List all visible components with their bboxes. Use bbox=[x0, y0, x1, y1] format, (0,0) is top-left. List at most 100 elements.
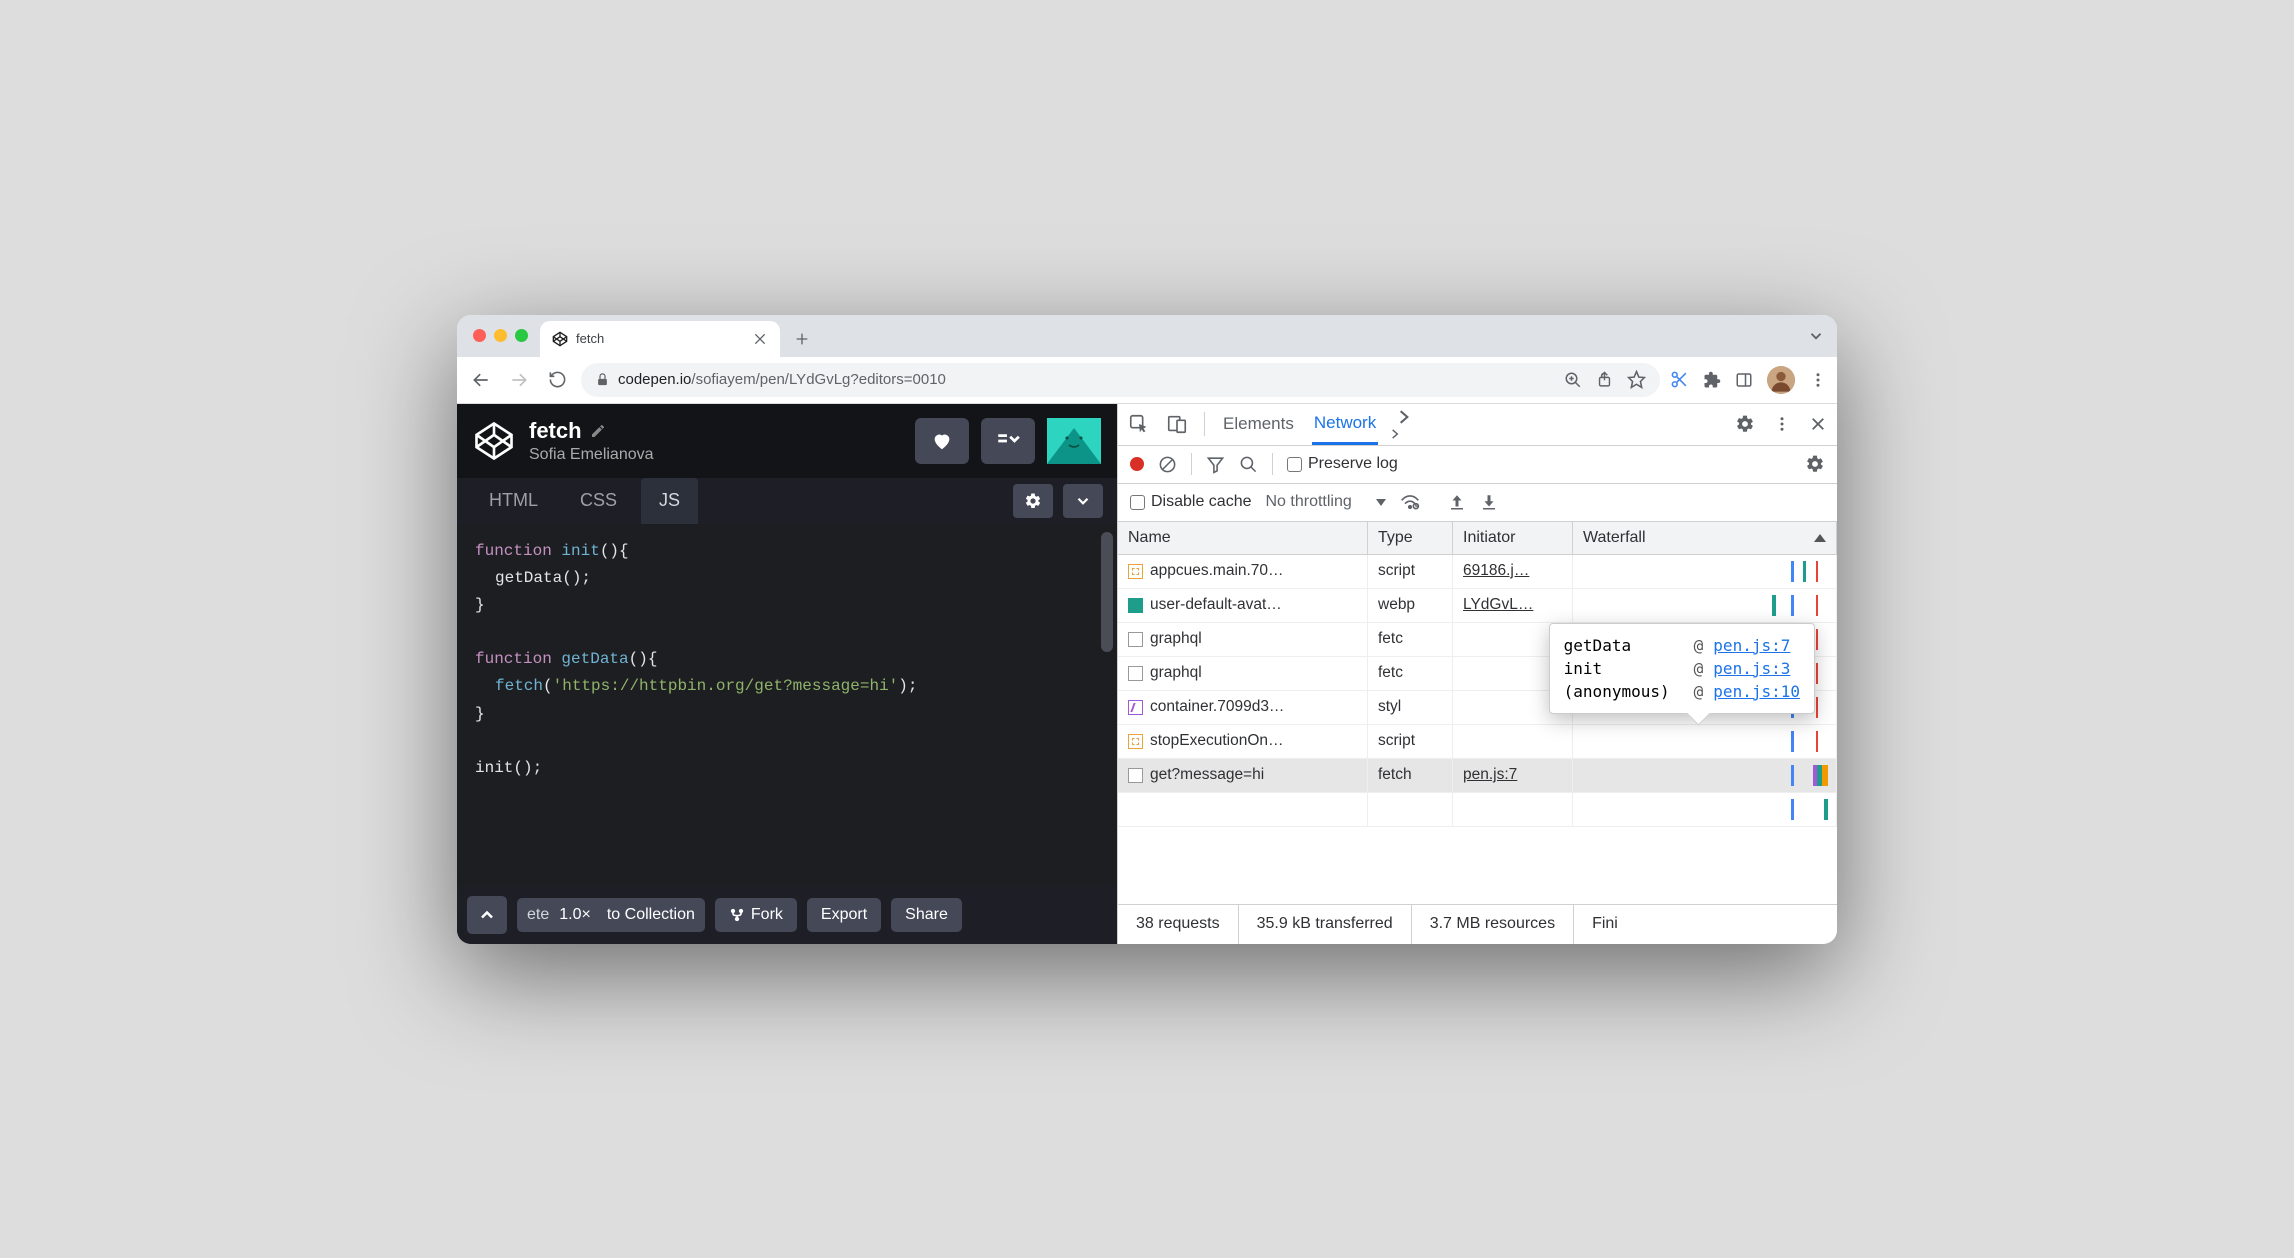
file-type-icon bbox=[1128, 632, 1143, 647]
user-avatar[interactable] bbox=[1047, 418, 1101, 464]
share-button[interactable]: Share bbox=[891, 898, 962, 932]
browser-window: fetch codepen.io/sofiayem/pen/LYdGvLg?ed… bbox=[457, 315, 1837, 944]
column-initiator[interactable]: Initiator bbox=[1453, 522, 1573, 554]
scissors-icon[interactable] bbox=[1670, 370, 1689, 389]
file-type-icon bbox=[1128, 700, 1143, 715]
share-page-icon[interactable] bbox=[1596, 371, 1613, 388]
traffic-lights bbox=[469, 315, 540, 357]
tab-list-button[interactable] bbox=[1807, 327, 1825, 345]
table-row bbox=[1118, 793, 1837, 827]
network-toolbar: Preserve log bbox=[1118, 446, 1837, 484]
table-row[interactable]: user-default-avat…webpLYdGvL… bbox=[1118, 589, 1837, 623]
tab-network[interactable]: Network bbox=[1312, 404, 1378, 445]
throttling-select[interactable]: No throttling bbox=[1266, 493, 1386, 511]
waterfall-cell bbox=[1573, 555, 1837, 588]
more-tabs-icon[interactable] bbox=[1394, 407, 1414, 441]
network-table-body: appcues.main.70…script69186.j…user-defau… bbox=[1118, 555, 1837, 904]
code-editor[interactable]: function init(){ getData(); } function g… bbox=[457, 524, 1117, 886]
codepen-header: fetch Sofia Emelianova bbox=[457, 404, 1117, 478]
request-name: stopExecutionOn… bbox=[1150, 732, 1284, 750]
browser-tab[interactable]: fetch bbox=[540, 321, 780, 357]
disable-cache-checkbox[interactable]: Disable cache bbox=[1130, 493, 1252, 511]
request-initiator[interactable]: pen.js:7 bbox=[1453, 759, 1573, 792]
profile-avatar[interactable] bbox=[1767, 366, 1795, 394]
window-maximize-button[interactable] bbox=[515, 329, 528, 342]
column-name[interactable]: Name bbox=[1118, 522, 1368, 554]
toggle-device-icon[interactable] bbox=[1166, 413, 1188, 435]
export-button[interactable]: Export bbox=[807, 898, 881, 932]
search-icon[interactable] bbox=[1239, 455, 1258, 474]
table-row[interactable]: get?message=hi fetchpen.js:7 bbox=[1118, 759, 1837, 793]
tab-close-icon[interactable] bbox=[752, 331, 768, 347]
tab-elements[interactable]: Elements bbox=[1221, 404, 1296, 445]
request-type: fetc bbox=[1368, 623, 1453, 656]
footer-chunk[interactable]: ete 1.0× to Collection bbox=[517, 898, 705, 932]
new-tab-button[interactable] bbox=[788, 325, 816, 353]
upload-har-icon[interactable] bbox=[1448, 493, 1466, 511]
network-settings-icon[interactable] bbox=[1805, 454, 1825, 474]
pen-title: fetch bbox=[529, 418, 582, 444]
extensions-icon[interactable] bbox=[1703, 371, 1721, 389]
network-table-header: Name Type Initiator Waterfall bbox=[1118, 522, 1837, 555]
kebab-menu-icon[interactable] bbox=[1809, 371, 1827, 389]
devtools-kebab-icon[interactable] bbox=[1773, 415, 1791, 433]
request-initiator[interactable]: LYdGvL… bbox=[1453, 589, 1573, 622]
address-bar[interactable]: codepen.io/sofiayem/pen/LYdGvLg?editors=… bbox=[581, 363, 1660, 397]
editor-settings-button[interactable] bbox=[1013, 484, 1053, 518]
reload-button[interactable] bbox=[543, 366, 571, 394]
devtools-close-icon[interactable] bbox=[1809, 415, 1827, 433]
initiator-stack-tooltip: getData@ pen.js:7init@ pen.js:3(anonymou… bbox=[1549, 623, 1815, 714]
table-row[interactable]: stopExecutionOn…script bbox=[1118, 725, 1837, 759]
browser-toolbar: codepen.io/sofiayem/pen/LYdGvLg?editors=… bbox=[457, 357, 1837, 404]
editor-scrollbar[interactable] bbox=[1101, 532, 1113, 652]
column-type[interactable]: Type bbox=[1368, 522, 1453, 554]
clear-icon[interactable] bbox=[1158, 455, 1177, 474]
table-row[interactable]: appcues.main.70…script69186.j… bbox=[1118, 555, 1837, 589]
preserve-log-checkbox[interactable]: Preserve log bbox=[1287, 455, 1398, 473]
request-name: container.7099d3… bbox=[1150, 698, 1284, 716]
window-close-button[interactable] bbox=[473, 329, 486, 342]
request-type: fetch bbox=[1368, 759, 1453, 792]
request-name: user-default-avat… bbox=[1150, 596, 1282, 614]
stack-location-link[interactable]: pen.js:10 bbox=[1713, 682, 1800, 701]
toolbar-right bbox=[1670, 366, 1827, 394]
collapse-editor-button[interactable] bbox=[981, 418, 1035, 464]
request-type: fetc bbox=[1368, 657, 1453, 690]
back-button[interactable] bbox=[467, 366, 495, 394]
waterfall-cell bbox=[1573, 759, 1837, 792]
inspect-element-icon[interactable] bbox=[1128, 413, 1150, 435]
download-har-icon[interactable] bbox=[1480, 493, 1498, 511]
editor-tab-row: HTML CSS JS bbox=[457, 478, 1117, 524]
request-initiator[interactable] bbox=[1453, 725, 1573, 758]
devtools-settings-icon[interactable] bbox=[1735, 414, 1755, 434]
stack-location-link[interactable]: pen.js:3 bbox=[1713, 659, 1790, 678]
filter-icon[interactable] bbox=[1206, 455, 1225, 474]
console-toggle-button[interactable] bbox=[467, 896, 507, 934]
column-waterfall[interactable]: Waterfall bbox=[1573, 522, 1837, 554]
stack-location-link[interactable]: pen.js:7 bbox=[1713, 636, 1790, 655]
tab-html[interactable]: HTML bbox=[471, 478, 556, 524]
request-name: graphql bbox=[1150, 664, 1202, 682]
zoom-icon[interactable] bbox=[1564, 371, 1582, 389]
window-minimize-button[interactable] bbox=[494, 329, 507, 342]
editor-expand-button[interactable] bbox=[1063, 484, 1103, 518]
fork-button[interactable]: Fork bbox=[715, 898, 797, 932]
side-panel-icon[interactable] bbox=[1735, 371, 1753, 389]
request-initiator[interactable]: 69186.j… bbox=[1453, 555, 1573, 588]
file-type-icon bbox=[1128, 598, 1143, 613]
tab-js[interactable]: JS bbox=[641, 478, 698, 524]
codepen-pane: fetch Sofia Emelianova HTML CSS JS bbox=[457, 404, 1117, 944]
status-requests: 38 requests bbox=[1118, 905, 1239, 944]
forward-button[interactable] bbox=[505, 366, 533, 394]
network-conditions-icon[interactable] bbox=[1400, 492, 1420, 512]
devtools-pane: Elements Network Preserve log bbox=[1117, 404, 1837, 944]
request-name: get?message=hi bbox=[1150, 766, 1264, 784]
edit-title-icon[interactable] bbox=[590, 423, 606, 439]
waterfall-cell bbox=[1573, 725, 1837, 758]
bookmark-star-icon[interactable] bbox=[1627, 370, 1646, 389]
record-button[interactable] bbox=[1130, 457, 1144, 471]
love-button[interactable] bbox=[915, 418, 969, 464]
pen-author[interactable]: Sofia Emelianova bbox=[529, 446, 654, 464]
request-name: graphql bbox=[1150, 630, 1202, 648]
tab-css[interactable]: CSS bbox=[562, 478, 635, 524]
